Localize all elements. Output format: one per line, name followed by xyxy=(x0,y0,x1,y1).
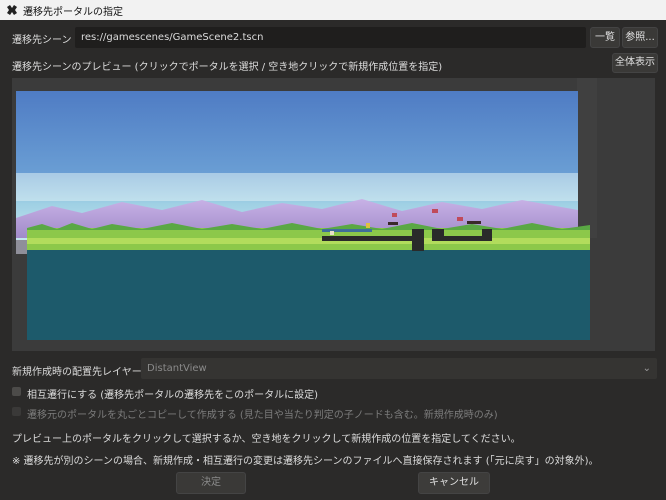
cancel-button[interactable]: キャンセル xyxy=(418,472,490,494)
layer-select[interactable]: DistantView ⌄ xyxy=(141,358,657,379)
hint-text-2: ※ 遷移先が別のシーンの場合、新規作成・相互遷行の変更は遷移先シーンのファイルへ… xyxy=(12,456,599,467)
chevron-down-icon: ⌄ xyxy=(642,363,651,374)
copy-checkbox xyxy=(12,407,21,416)
preview-canvas[interactable] xyxy=(12,78,655,351)
hint-text-1: プレビュー上のポータルをクリックして選択するか、空き地をクリックして新規作成の位… xyxy=(12,434,521,445)
scene-row: 遷移先シーン res://gamescenes/GameScene2.tscn … xyxy=(0,27,666,49)
browse-button[interactable]: 参照... xyxy=(622,27,658,48)
list-button[interactable]: 一覧 xyxy=(590,27,620,48)
preview-caption: 遷移先シーンのプレビュー (クリックでポータルを選択 / 空き地クリックで新規作… xyxy=(12,62,443,73)
layer-label: 新規作成時の配置先レイヤー xyxy=(12,367,142,378)
mutual-label: 相互遷行にする (遷移先ポータルの遷移先をこのポータルに設定) xyxy=(27,390,319,401)
window-title: 遷移先ポータルの指定 xyxy=(23,6,123,18)
mutual-checkbox[interactable] xyxy=(12,387,21,396)
title-bar: 遷移先ポータルの指定 xyxy=(0,0,666,20)
scene-label: 遷移先シーン xyxy=(12,35,72,46)
ok-button[interactable]: 決定 xyxy=(176,472,246,494)
scene-path-field[interactable]: res://gamescenes/GameScene2.tscn xyxy=(75,27,586,48)
copy-label: 遷移元のポータルを丸ごとコピーして作成する (見た目や当たり判定の子ノードも含む… xyxy=(27,410,498,421)
godot-app-icon xyxy=(4,2,20,18)
layer-select-value: DistantView xyxy=(147,363,207,374)
scene-preview[interactable] xyxy=(12,78,655,351)
fit-all-button[interactable]: 全体表示 xyxy=(612,53,658,73)
